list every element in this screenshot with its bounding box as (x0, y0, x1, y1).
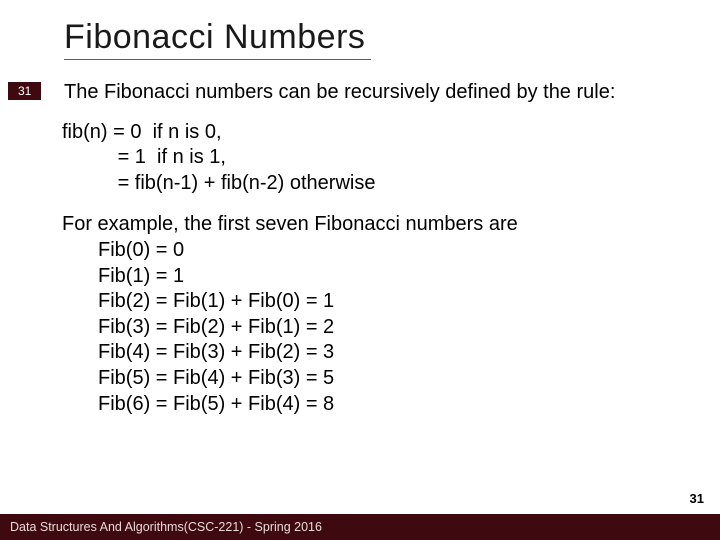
title-area: Fibonacci Numbers (0, 0, 720, 66)
example-line: Fib(1) = 1 (98, 264, 696, 290)
example-line: Fib(3) = Fib(2) + Fib(1) = 2 (98, 315, 696, 341)
example-line: Fib(2) = Fib(1) + Fib(0) = 1 (98, 289, 696, 315)
example-list: Fib(0) = 0 Fib(1) = 1 Fib(2) = Fib(1) + … (62, 238, 696, 417)
example-line: Fib(6) = Fib(5) + Fib(4) = 8 (98, 392, 696, 418)
definition-line-1: fib(n) = 0 if n is 0, (62, 120, 696, 146)
slide-number-badge: 31 (8, 82, 41, 100)
example-line: Fib(4) = Fib(3) + Fib(2) = 3 (98, 340, 696, 366)
example-line: Fib(5) = Fib(4) + Fib(3) = 5 (98, 366, 696, 392)
footer-bar: Data Structures And Algorithms(CSC-221) … (0, 514, 720, 540)
example-line: Fib(0) = 0 (98, 238, 696, 264)
page-number: 31 (690, 491, 704, 506)
slide-content: The Fibonacci numbers can be recursively… (0, 66, 720, 417)
definition-line-3: = fib(n-1) + fib(n-2) otherwise (62, 171, 696, 197)
intro-text: The Fibonacci numbers can be recursively… (62, 80, 696, 106)
slide-title: Fibonacci Numbers (64, 18, 371, 60)
definition-block: fib(n) = 0 if n is 0, = 1 if n is 1, = f… (62, 120, 696, 197)
example-lead: For example, the first seven Fibonacci n… (62, 212, 696, 238)
definition-line-2: = 1 if n is 1, (62, 145, 696, 171)
